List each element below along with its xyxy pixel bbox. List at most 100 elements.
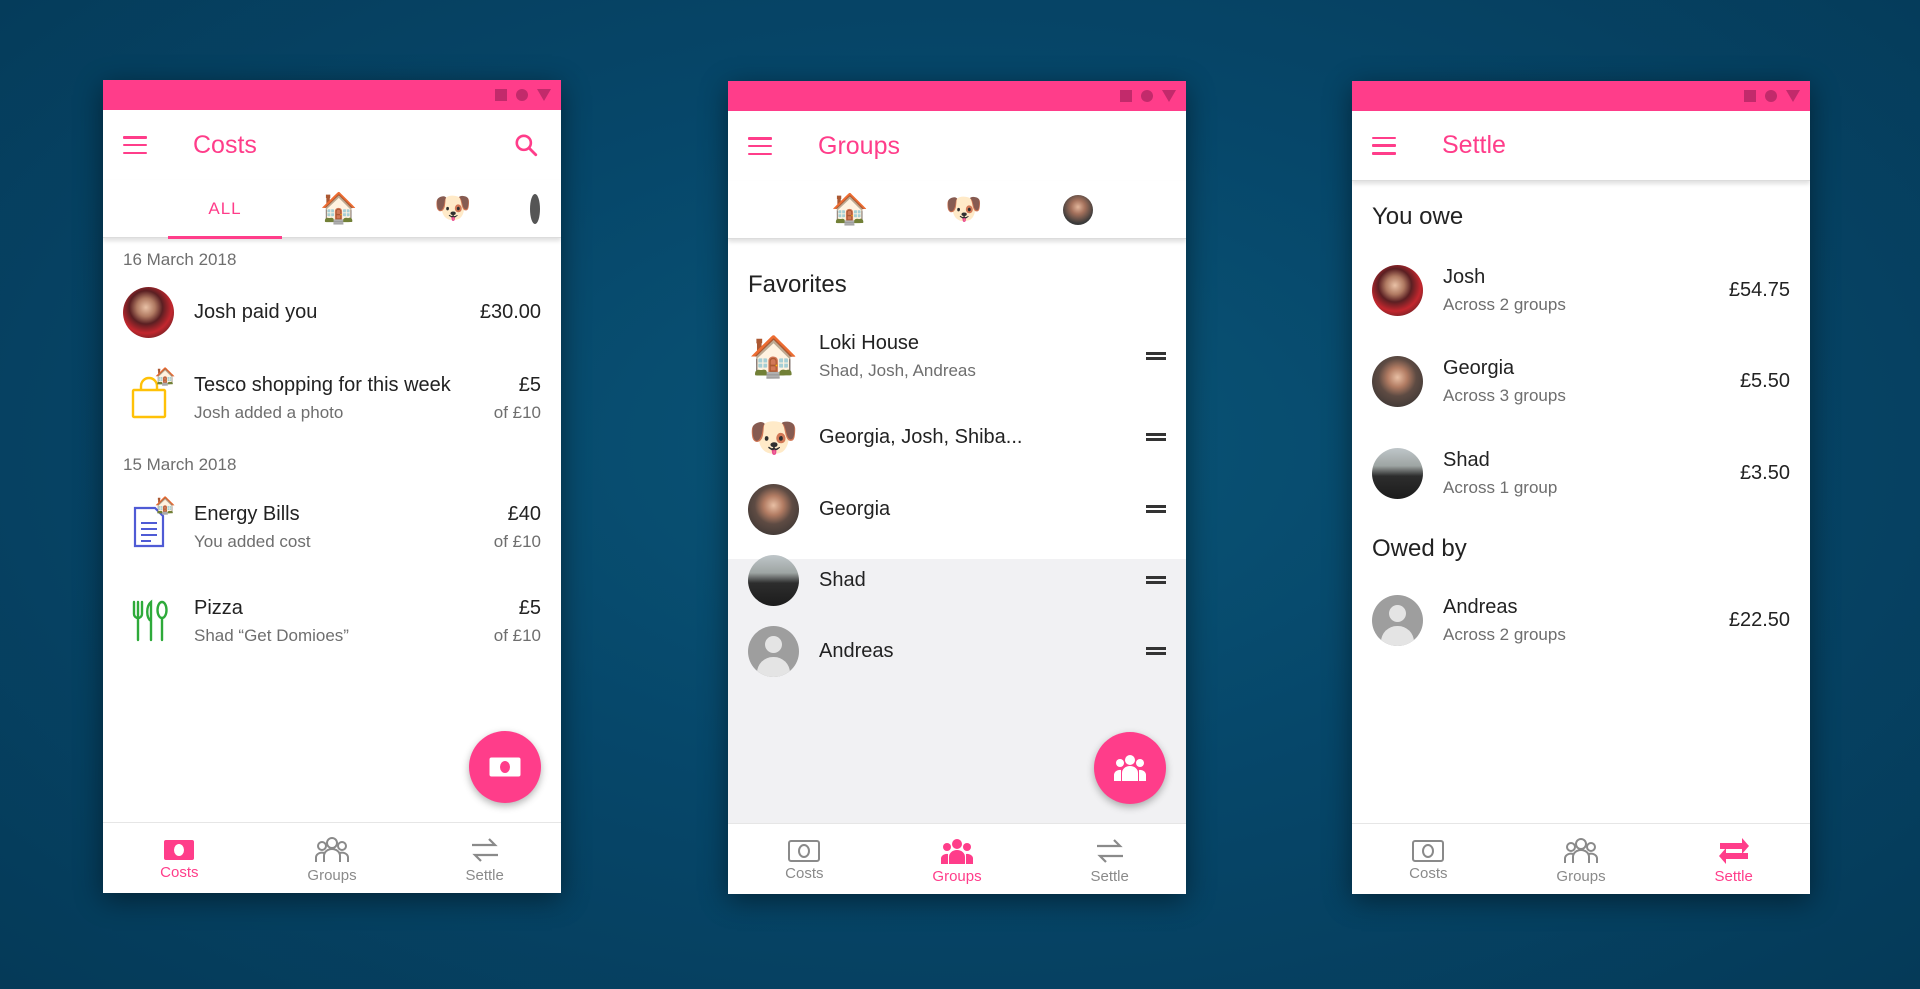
nav-costs[interactable]: Costs xyxy=(1352,824,1505,894)
cash-icon xyxy=(1412,840,1445,862)
status-signal-icon xyxy=(1786,90,1800,102)
item-share: of £10 xyxy=(493,402,541,422)
nav-label: Settle xyxy=(465,867,504,884)
list-item[interactable]: 🏠 Tesco shopping for this week Josh adde… xyxy=(103,351,561,445)
app-bar: Costs xyxy=(103,110,561,180)
person-detail: Across 2 groups xyxy=(1443,624,1566,644)
settle-list: You owe Josh Across 2 groups £54.75 Geor… xyxy=(1352,181,1810,665)
nav-settle[interactable]: Settle xyxy=(1657,824,1810,894)
house-icon: 🏠 xyxy=(748,334,799,379)
settle-screen: Settle You owe Josh Across 2 groups £54.… xyxy=(1352,81,1810,894)
item-share: of £10 xyxy=(493,625,541,645)
app-bar: Settle xyxy=(1352,111,1810,181)
nav-groups[interactable]: Groups xyxy=(256,823,409,893)
swap-icon xyxy=(471,838,498,862)
owed-by-heading: Owed by xyxy=(1372,535,1467,562)
owed-amount: £22.50 xyxy=(1728,608,1790,631)
drag-handle-icon[interactable] xyxy=(1146,647,1166,655)
nav-label: Groups xyxy=(307,867,357,884)
avatar xyxy=(530,193,540,224)
nav-label: Costs xyxy=(1409,865,1448,882)
house-badge-icon: 🏠 xyxy=(154,366,176,386)
menu-icon[interactable] xyxy=(748,137,772,155)
drag-handle-icon[interactable] xyxy=(1146,433,1166,441)
item-title: Georgia, Josh, Shiba... xyxy=(819,425,1023,448)
menu-icon[interactable] xyxy=(123,136,147,154)
groups-screen: Groups 🏠 🐶 Favorites 🏠 Loki House Shad, … xyxy=(728,81,1186,894)
drag-handle-icon[interactable] xyxy=(1146,576,1166,584)
status-square-icon xyxy=(495,89,507,101)
add-group-button[interactable] xyxy=(1094,732,1166,804)
list-item[interactable]: Pizza Shad “Get Domioes” £5 of £10 xyxy=(103,574,561,668)
item-title: Josh paid you xyxy=(194,300,318,323)
nav-costs[interactable]: Costs xyxy=(728,824,881,894)
avatar xyxy=(123,286,174,338)
list-item[interactable]: Shad Across 1 group £3.50 xyxy=(1352,427,1810,519)
list-item[interactable]: Josh Across 2 groups £54.75 xyxy=(1352,245,1810,335)
avatar xyxy=(1063,194,1093,225)
item-title: Andreas xyxy=(819,639,894,662)
nav-label: Settle xyxy=(1714,868,1753,885)
owed-amount: £54.75 xyxy=(1728,278,1790,301)
nav-costs[interactable]: Costs xyxy=(103,823,256,893)
avatar xyxy=(748,483,799,535)
bottom-navigation: Costs Groups Settle xyxy=(1352,823,1810,894)
tab-georgia[interactable] xyxy=(1021,181,1135,239)
status-circle-icon xyxy=(1141,90,1153,102)
list-item[interactable]: Georgia xyxy=(728,477,1186,541)
status-circle-icon xyxy=(1765,90,1777,102)
person-name: Shad xyxy=(1443,448,1490,471)
tab-more[interactable] xyxy=(510,180,540,238)
costs-list: 16 March 2018 Josh paid you £30.00 🏠 Tes… xyxy=(103,238,561,668)
group-tabs: 🏠 🐶 xyxy=(728,181,1186,239)
tab-all[interactable]: ALL xyxy=(168,180,282,239)
list-item[interactable]: 🐶 Georgia, Josh, Shiba... xyxy=(728,397,1186,477)
list-item[interactable]: 🏠 Energy Bills You added cost £40 of £10 xyxy=(103,480,561,574)
person-detail: Across 2 groups xyxy=(1443,294,1566,314)
owed-amount: £5.50 xyxy=(1739,369,1790,392)
cash-icon xyxy=(489,757,521,777)
nav-groups[interactable]: Groups xyxy=(881,824,1034,894)
menu-icon[interactable] xyxy=(1372,136,1396,155)
search-icon[interactable] xyxy=(513,132,539,158)
favorites-heading: Favorites xyxy=(748,271,847,298)
tab-dog[interactable]: 🐶 xyxy=(396,180,510,238)
owed-amount: £3.50 xyxy=(1739,461,1790,484)
avatar-placeholder-icon xyxy=(748,625,799,677)
status-circle-icon xyxy=(516,89,528,101)
item-subtitle: Shad, Josh, Andreas xyxy=(819,360,976,380)
tab-dog[interactable]: 🐶 xyxy=(907,181,1021,239)
bottom-navigation: Costs Groups Settle xyxy=(103,822,561,893)
tab-house[interactable]: 🏠 xyxy=(793,181,907,239)
nav-label: Settle xyxy=(1090,868,1129,885)
tab-house[interactable]: 🏠 xyxy=(282,180,396,238)
people-icon xyxy=(1564,838,1598,863)
nav-groups[interactable]: Groups xyxy=(1505,824,1658,894)
list-item[interactable]: Shad xyxy=(728,541,1186,619)
item-amount: £40 xyxy=(507,502,541,525)
shopping-bag-icon: 🏠 xyxy=(123,367,176,424)
nav-label: Groups xyxy=(932,868,982,885)
nav-settle[interactable]: Settle xyxy=(408,823,561,893)
list-item[interactable]: Andreas xyxy=(728,619,1186,683)
swap-icon xyxy=(1718,838,1749,864)
bottom-navigation: Costs Groups Settle xyxy=(728,823,1186,894)
add-cost-button[interactable] xyxy=(469,731,541,803)
status-square-icon xyxy=(1744,90,1756,102)
avatar-placeholder-icon xyxy=(1372,594,1423,646)
avatar xyxy=(748,554,799,606)
list-item[interactable]: Georgia Across 3 groups £5.50 xyxy=(1352,335,1810,427)
nav-label: Costs xyxy=(160,864,199,881)
list-item[interactable]: Josh paid you £30.00 xyxy=(103,273,561,351)
nav-settle[interactable]: Settle xyxy=(1033,824,1186,894)
drag-handle-icon[interactable] xyxy=(1146,352,1166,360)
people-icon xyxy=(1113,755,1147,781)
page-title: Costs xyxy=(193,130,257,159)
list-item[interactable]: Andreas Across 2 groups £22.50 xyxy=(1352,575,1810,665)
page-title: Groups xyxy=(818,131,900,160)
list-item[interactable]: 🏠 Loki House Shad, Josh, Andreas xyxy=(728,315,1186,397)
item-subtitle: Josh added a photo xyxy=(194,402,344,422)
item-amount: £5 xyxy=(518,596,541,619)
drag-handle-icon[interactable] xyxy=(1146,505,1166,513)
house-badge-icon: 🏠 xyxy=(154,495,176,515)
